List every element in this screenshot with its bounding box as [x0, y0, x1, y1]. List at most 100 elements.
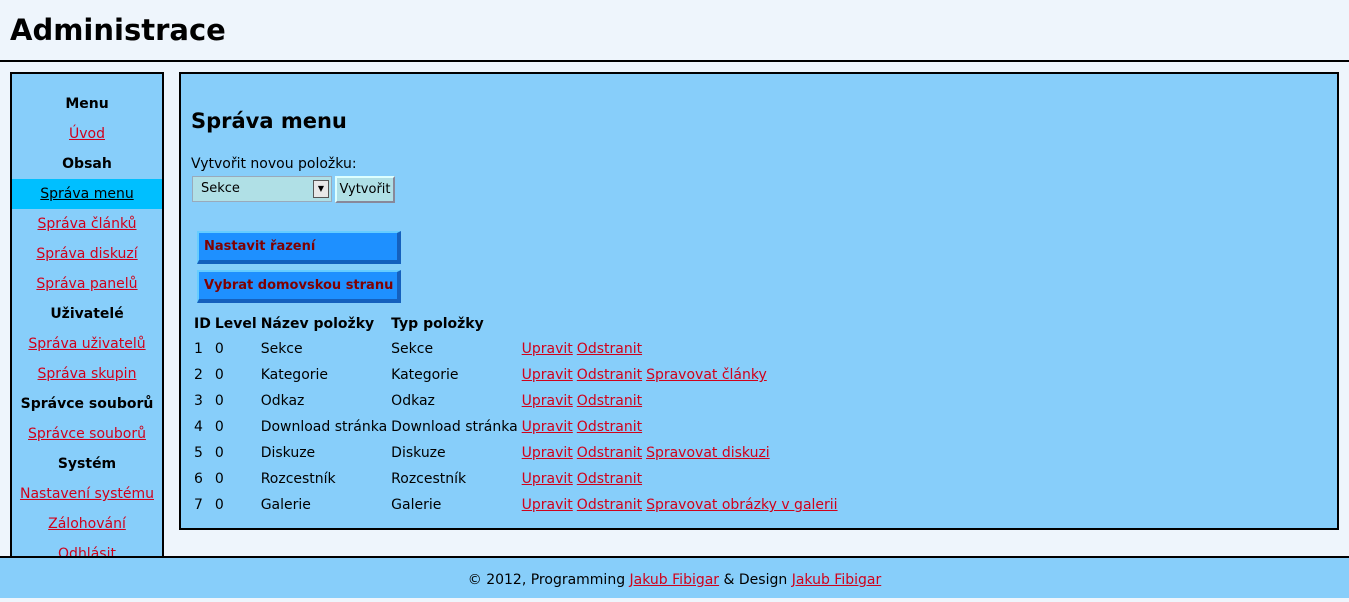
sidebar-item-sprava-panelu: Správa panelů	[12, 269, 162, 299]
manage-link[interactable]: Spravovat články	[646, 367, 767, 383]
sidebar-item-odhlasit: Odhlásit	[12, 539, 162, 556]
cell-level: 0	[214, 393, 224, 409]
footer-programmer-link[interactable]: Jakub Fibigar	[630, 572, 720, 588]
sidebar-link-spravce-souboru[interactable]: Správce souborů	[28, 426, 146, 442]
cell-name: Kategorie	[260, 367, 329, 383]
site-title: Administrace	[10, 13, 226, 47]
cell-level: 0	[214, 471, 224, 487]
delete-link[interactable]: Odstranit	[577, 367, 642, 383]
set-order-button[interactable]: Nastavit řazení	[197, 231, 401, 264]
cell-type: Kategorie	[391, 367, 459, 383]
cell-name: Rozcestník	[260, 471, 336, 487]
delete-link[interactable]: Odstranit	[577, 471, 642, 487]
edit-link[interactable]: Upravit	[522, 393, 573, 409]
sidebar-item-nastaveni-systemu: Nastavení systému	[12, 479, 162, 509]
sidebar-heading-obsah: Obsah	[62, 156, 112, 172]
cell-id: 5	[194, 445, 203, 461]
sidebar-link-odhlasit[interactable]: Odhlásit	[58, 546, 116, 556]
delete-link[interactable]: Odstranit	[577, 419, 642, 435]
cell-id: 1	[194, 341, 203, 357]
delete-link[interactable]: Odstranit	[577, 497, 642, 513]
footer-designer-link[interactable]: Jakub Fibigar	[792, 572, 882, 588]
manage-link[interactable]: Spravovat diskuzi	[646, 445, 770, 461]
sidebar-link-nastaveni-systemu[interactable]: Nastavení systému	[20, 486, 154, 502]
sidebar-link-sprava-panelu[interactable]: Správa panelů	[36, 276, 137, 292]
column-header-level: Level	[214, 316, 257, 332]
table-row: 1 0 Sekce Sekce Upravit Odstranit	[192, 336, 844, 362]
cell-type: Download stránka	[391, 419, 518, 435]
cell-actions: Upravit Odstranit Spravovat diskuzi	[520, 440, 844, 466]
cell-type: Galerie	[391, 497, 442, 513]
cell-actions: Upravit Odstranit	[520, 336, 844, 362]
table-row: 7 0 Galerie Galerie Upravit Odstranit Spravova…	[192, 492, 844, 518]
sidebar-heading-spravce-souboru: Správce souborů	[20, 396, 154, 412]
edit-link[interactable]: Upravit	[522, 471, 573, 487]
cell-level: 0	[214, 445, 224, 461]
triangle-down-icon[interactable]: ▼	[313, 180, 329, 198]
sidebar-link-sprava-diskuzi[interactable]: Správa diskuzí	[36, 246, 137, 262]
item-type-selected: Sekce	[201, 181, 240, 196]
sidebar-item-sprava-clanku: Správa článků	[12, 209, 162, 239]
cell-level: 0	[214, 341, 224, 357]
cell-actions: Upravit Odstranit	[520, 414, 844, 440]
edit-link[interactable]: Upravit	[522, 497, 573, 513]
sidebar-link-sprava-skupin[interactable]: Správa skupin	[38, 366, 137, 382]
sidebar-item-spravce-souboru: Správce souborů	[12, 419, 162, 449]
column-header-name: Název položky	[260, 316, 375, 332]
delete-link[interactable]: Odstranit	[577, 341, 642, 357]
cell-actions: Upravit Odstranit Spravovat články	[520, 362, 844, 388]
sidebar-menu: Menu Úvod Obsah Správa menu Správa článků Spr…	[12, 74, 162, 556]
edit-link[interactable]: Upravit	[522, 367, 573, 383]
cell-id: 7	[194, 497, 203, 513]
cell-type: Odkaz	[391, 393, 435, 409]
cell-level: 0	[214, 419, 224, 435]
edit-link[interactable]: Upravit	[522, 341, 573, 357]
cell-id: 6	[194, 471, 203, 487]
sidebar-heading-uzivatele: Uživatelé	[50, 306, 124, 322]
cell-id: 2	[194, 367, 203, 383]
delete-link[interactable]: Odstranit	[577, 445, 642, 461]
cell-id: 4	[194, 419, 203, 435]
sidebar-link-zalohovani[interactable]: Zálohování	[48, 516, 126, 532]
table-header-row: ID Level Název položky Typ položky	[192, 312, 844, 336]
manage-link[interactable]: Spravovat obrázky v galerii	[646, 497, 837, 513]
cell-name: Download stránka	[260, 419, 388, 435]
table-row: 2 0 Kategorie Kategorie Upravit Odstranit Spra…	[192, 362, 844, 388]
table-row: 6 0 Rozcestník Rozcestník Upravit Odstranit	[192, 466, 844, 492]
cell-actions: Upravit Odstranit	[520, 466, 844, 492]
cell-level: 0	[214, 497, 224, 513]
cell-actions: Upravit Odstranit Spravovat obrázky v gale…	[520, 492, 844, 518]
table-row: 5 0 Diskuze Diskuze Upravit Odstranit Spravova…	[192, 440, 844, 466]
cell-id: 3	[194, 393, 203, 409]
delete-link[interactable]: Odstranit	[577, 393, 642, 409]
sidebar-item-zalohovani: Zálohování	[12, 509, 162, 539]
footer-separator: & Design	[723, 572, 788, 588]
page-title: Správa menu	[191, 109, 347, 133]
table-row: 4 0 Download stránka Download stránka Upravi…	[192, 414, 844, 440]
column-header-id: ID	[194, 316, 211, 332]
sidebar-link-sprava-uzivatelu[interactable]: Správa uživatelů	[28, 336, 145, 352]
edit-link[interactable]: Upravit	[522, 445, 573, 461]
sidebar: Menu Úvod Obsah Správa menu Správa článků Spr…	[10, 72, 164, 556]
create-button[interactable]: Vytvořit	[335, 176, 395, 203]
header: Administrace	[0, 0, 1349, 62]
main-content: Správa menu Vytvořit novou položku: Sekc…	[179, 72, 1339, 530]
column-header-type: Typ položky	[391, 316, 484, 332]
sidebar-link-uvod[interactable]: Úvod	[69, 126, 105, 142]
table-body: 1 0 Sekce Sekce Upravit Odstranit 2 0 Kategorie K…	[192, 336, 844, 518]
sidebar-link-sprava-menu[interactable]: Správa menu	[40, 186, 133, 202]
column-header-actions	[520, 312, 844, 336]
sidebar-link-sprava-clanku[interactable]: Správa článků	[37, 216, 136, 232]
footer-copyright: © 2012, Programming	[467, 572, 626, 588]
select-homepage-button[interactable]: Vybrat domovskou stranu	[197, 270, 401, 303]
sidebar-heading-system: Systém	[57, 456, 117, 472]
sidebar-item-sprava-skupin: Správa skupin	[12, 359, 162, 389]
cell-name: Sekce	[260, 341, 303, 357]
edit-link[interactable]: Upravit	[522, 419, 573, 435]
item-type-select[interactable]: Sekce ▼	[192, 176, 332, 202]
cell-level: 0	[214, 367, 224, 383]
cell-type: Diskuze	[391, 445, 446, 461]
new-item-label: Vytvořit novou položku:	[191, 156, 357, 172]
sidebar-item-sprava-uzivatelu: Správa uživatelů	[12, 329, 162, 359]
sidebar-item-uvod: Úvod	[12, 119, 162, 149]
